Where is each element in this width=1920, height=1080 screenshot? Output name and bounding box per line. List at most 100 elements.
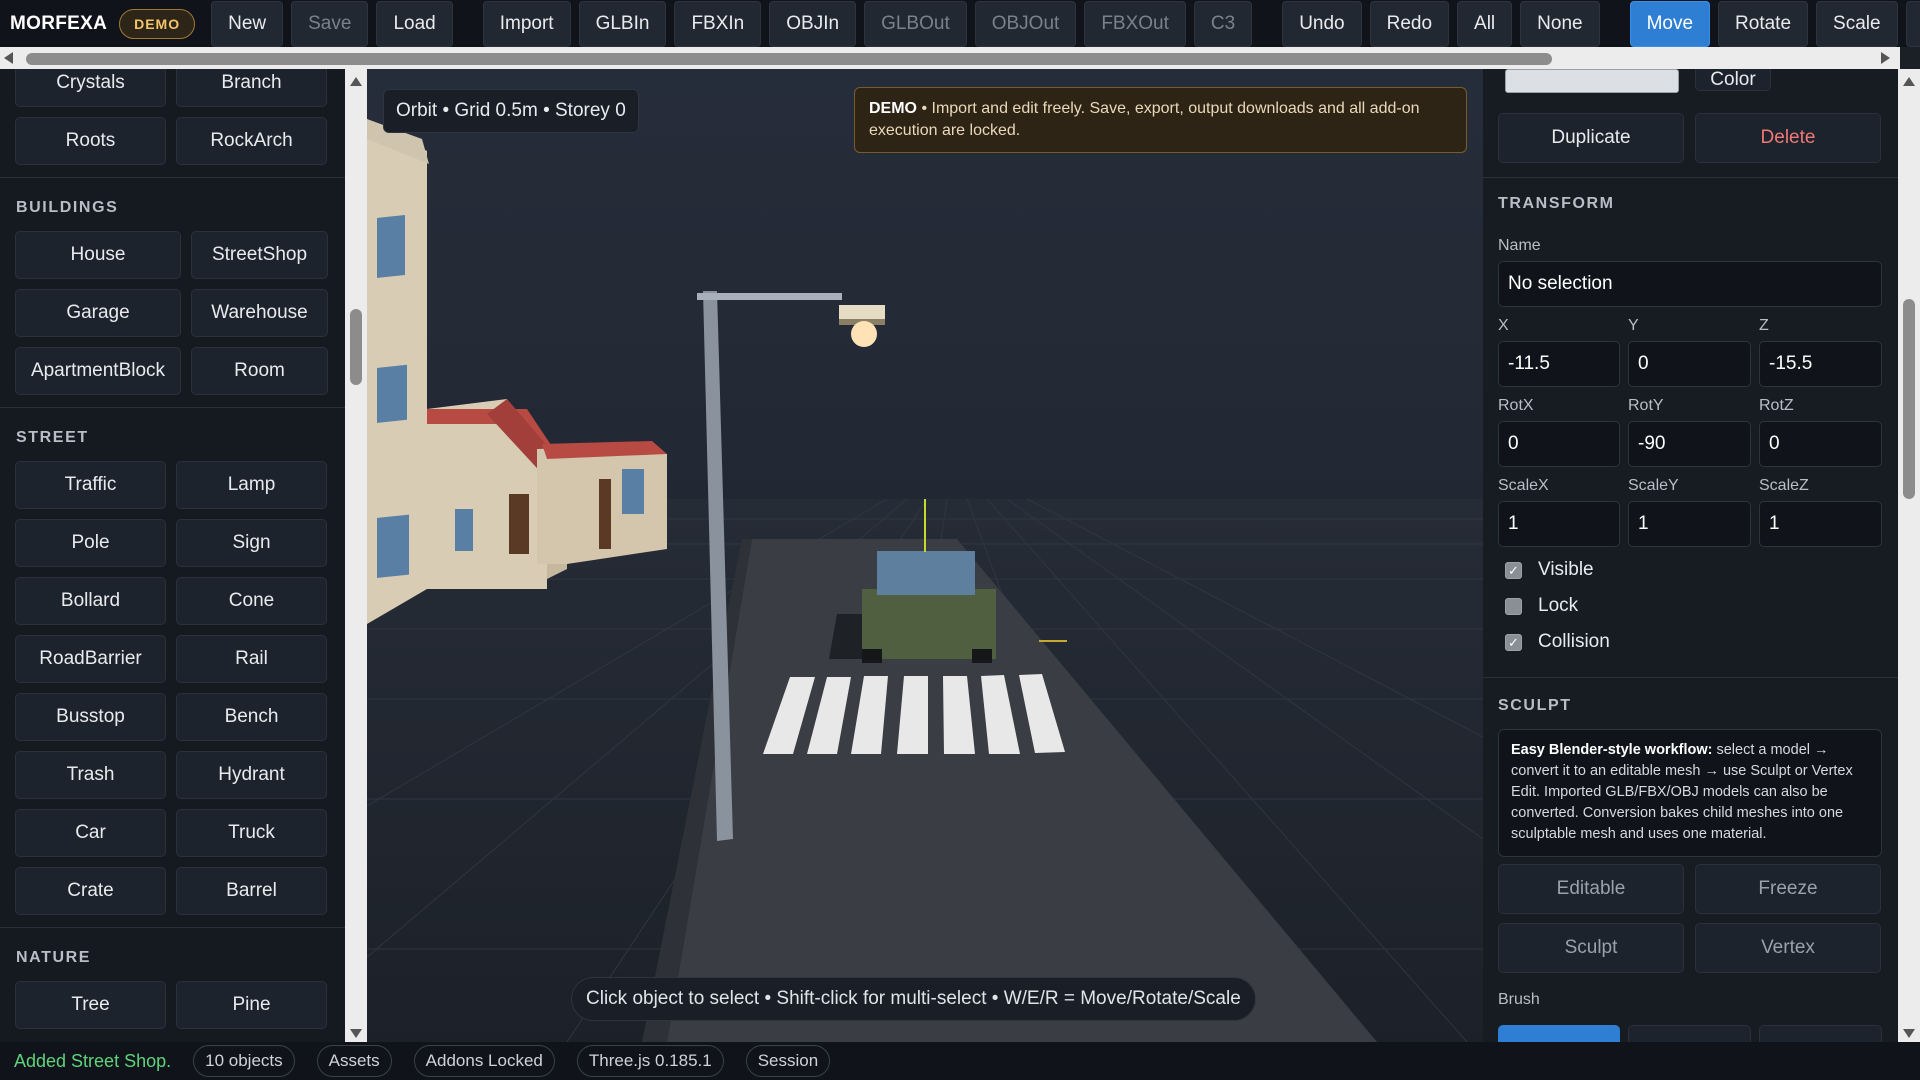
library-item-busstop[interactable]: Busstop: [15, 693, 166, 741]
scene-render[interactable]: [367, 69, 1483, 1042]
library-item-pole[interactable]: Pole: [15, 519, 166, 567]
library-item-bollard[interactable]: Bollard: [15, 577, 166, 625]
collision-checkbox-row[interactable]: Collision: [1505, 631, 1610, 653]
scroll-down-arrow-icon[interactable]: [1903, 1029, 1915, 1038]
library-scrollbar[interactable]: [345, 69, 367, 1042]
library-item-apartmentblock[interactable]: ApartmentBlock: [15, 347, 181, 395]
library-row: Crate Barrel: [15, 867, 327, 915]
visible-checkbox-row[interactable]: Visible: [1505, 559, 1594, 581]
toolbar-save-button[interactable]: Save: [291, 0, 369, 47]
assets-pill[interactable]: Assets: [316, 1045, 392, 1077]
x-label: X: [1498, 317, 1509, 334]
horizontal-scrollbar[interactable]: [0, 47, 1900, 69]
3d-viewport[interactable]: Orbit • Grid 0.5m • Storey 0 DEMO • Impo…: [367, 69, 1483, 1042]
toolbar-move-button[interactable]: Move: [1629, 0, 1711, 47]
rotation-x-field[interactable]: 0: [1498, 421, 1620, 467]
library-row: Crystals Branch: [15, 69, 327, 107]
brush-option[interactable]: [1628, 1025, 1751, 1042]
library-item-roots[interactable]: Roots: [15, 117, 166, 165]
library-item-tree[interactable]: Tree: [15, 981, 166, 1029]
rotation-z-field[interactable]: 0: [1759, 421, 1882, 467]
color-button[interactable]: Color: [1695, 69, 1771, 91]
library-item-truck[interactable]: Truck: [176, 809, 327, 857]
rotation-y-field[interactable]: -90: [1628, 421, 1751, 467]
scroll-up-arrow-icon[interactable]: [1903, 77, 1915, 86]
scroll-right-arrow-icon[interactable]: [1881, 52, 1890, 64]
library-item-car[interactable]: Car: [15, 809, 166, 857]
library-item-crystals[interactable]: Crystals: [15, 69, 166, 107]
session-pill[interactable]: Session: [745, 1045, 831, 1077]
position-y-field[interactable]: 0: [1628, 341, 1751, 387]
editable-button[interactable]: Editable: [1498, 864, 1684, 914]
toolbar-scale-button[interactable]: Scale: [1816, 0, 1898, 47]
scale-z-field[interactable]: 1: [1759, 501, 1882, 547]
toolbar-objout-button[interactable]: OBJOut: [974, 0, 1077, 47]
toolbar-glbin-button[interactable]: GLBIn: [578, 0, 667, 47]
library-item-bench[interactable]: Bench: [176, 693, 327, 741]
toolbar-focus-button[interactable]: Focus: [1905, 0, 1920, 47]
scale-x-field[interactable]: 1: [1498, 501, 1620, 547]
library-item-roadbarrier[interactable]: RoadBarrier: [15, 635, 166, 683]
toolbar-load-button[interactable]: Load: [376, 0, 453, 47]
toolbar-import-button[interactable]: Import: [482, 0, 571, 47]
lock-checkbox[interactable]: [1505, 597, 1522, 615]
library-item-lamp[interactable]: Lamp: [176, 461, 327, 509]
delete-button[interactable]: Delete: [1695, 113, 1881, 163]
library-item-hydrant[interactable]: Hydrant: [176, 751, 327, 799]
garage-model: [537, 441, 667, 564]
library-item-pine[interactable]: Pine: [176, 981, 327, 1029]
toolbar-redo-button[interactable]: Redo: [1369, 0, 1450, 47]
toolbar-none-button[interactable]: None: [1520, 0, 1600, 47]
scroll-left-arrow-icon[interactable]: [4, 52, 13, 64]
inspector-scroll-thumb[interactable]: [1903, 299, 1915, 499]
library-row: House StreetShop: [15, 231, 328, 279]
toolbar-undo-button[interactable]: Undo: [1282, 0, 1362, 47]
library-item-trash[interactable]: Trash: [15, 751, 166, 799]
library-item-branch[interactable]: Branch: [176, 69, 327, 107]
visible-checkbox[interactable]: [1505, 561, 1522, 579]
brush-option-active[interactable]: [1498, 1025, 1620, 1042]
brush-label: Brush: [1498, 991, 1540, 1008]
vertex-button[interactable]: Vertex: [1695, 923, 1881, 973]
lock-checkbox-row[interactable]: Lock: [1505, 595, 1578, 617]
library-item-cone[interactable]: Cone: [176, 577, 327, 625]
library-scroll-thumb[interactable]: [350, 309, 362, 385]
name-field[interactable]: No selection: [1498, 261, 1882, 307]
duplicate-button[interactable]: Duplicate: [1498, 113, 1684, 163]
scale-y-field[interactable]: 1: [1628, 501, 1751, 547]
library-item-warehouse[interactable]: Warehouse: [191, 289, 328, 337]
library-item-house[interactable]: House: [15, 231, 181, 279]
position-x-field[interactable]: -11.5: [1498, 341, 1620, 387]
library-item-sign[interactable]: Sign: [176, 519, 327, 567]
position-z-field[interactable]: -15.5: [1759, 341, 1882, 387]
status-bar: Added Street Shop. 10 objects Assets Add…: [0, 1042, 1920, 1080]
library-item-rail[interactable]: Rail: [176, 635, 327, 683]
scroll-down-arrow-icon[interactable]: [350, 1029, 362, 1038]
toolbar-objin-button[interactable]: OBJIn: [769, 0, 857, 47]
scroll-up-arrow-icon[interactable]: [350, 77, 362, 86]
library-item-garage[interactable]: Garage: [15, 289, 181, 337]
street-shop-model: [367, 119, 429, 624]
library-item-streetshop[interactable]: StreetShop: [191, 231, 328, 279]
toolbar-glbout-button[interactable]: GLBOut: [864, 0, 967, 47]
toolbar-buttons: New Save Load Import GLBIn FBXIn OBJIn GLBOut OB…: [211, 0, 1920, 47]
horizontal-scroll-thumb[interactable]: [26, 53, 1552, 65]
library-item-crate[interactable]: Crate: [15, 867, 166, 915]
toolbar-c3-button[interactable]: C3: [1193, 0, 1253, 47]
library-item-room[interactable]: Room: [191, 347, 328, 395]
brush-option[interactable]: [1759, 1025, 1882, 1042]
collision-checkbox[interactable]: [1505, 633, 1522, 651]
toolbar-rotate-button[interactable]: Rotate: [1718, 0, 1809, 47]
library-item-rockarch[interactable]: RockArch: [176, 117, 327, 165]
toolbar-fbxout-button[interactable]: FBXOut: [1084, 0, 1186, 47]
toolbar-all-button[interactable]: All: [1457, 0, 1513, 47]
library-item-barrel[interactable]: Barrel: [176, 867, 327, 915]
sculpt-button[interactable]: Sculpt: [1498, 923, 1684, 973]
freeze-button[interactable]: Freeze: [1695, 864, 1881, 914]
toolbar-fbxin-button[interactable]: FBXIn: [674, 0, 762, 47]
viewport-hint: Click object to select • Shift-click for…: [571, 977, 1256, 1021]
inspector-scrollbar[interactable]: [1898, 69, 1920, 1042]
toolbar-new-button[interactable]: New: [211, 0, 284, 47]
color-swatch[interactable]: [1505, 69, 1679, 93]
library-item-traffic[interactable]: Traffic: [15, 461, 166, 509]
